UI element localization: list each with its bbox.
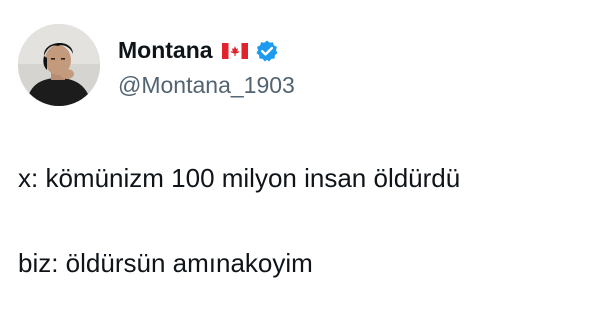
author-names: Montana @Montana_1903 xyxy=(118,34,295,97)
tweet-header: Montana @Montana_1903 xyxy=(18,24,295,106)
display-name[interactable]: Montana xyxy=(118,39,213,62)
avatar-photo xyxy=(18,24,100,106)
verified-badge-icon xyxy=(255,39,279,63)
tweet-text-line-1: x: kömünizm 100 milyon insan öldürdü xyxy=(18,163,461,193)
tweet-text-line-2: biz: öldürsün amınakoyim xyxy=(18,248,313,278)
display-name-row: Montana xyxy=(118,34,295,68)
tweet-card: Montana @Montana_1903 x: kömünizm 100 mi… xyxy=(0,0,608,320)
canada-flag-icon xyxy=(221,42,248,59)
author-handle[interactable]: @Montana_1903 xyxy=(118,73,295,97)
avatar[interactable] xyxy=(18,24,100,106)
